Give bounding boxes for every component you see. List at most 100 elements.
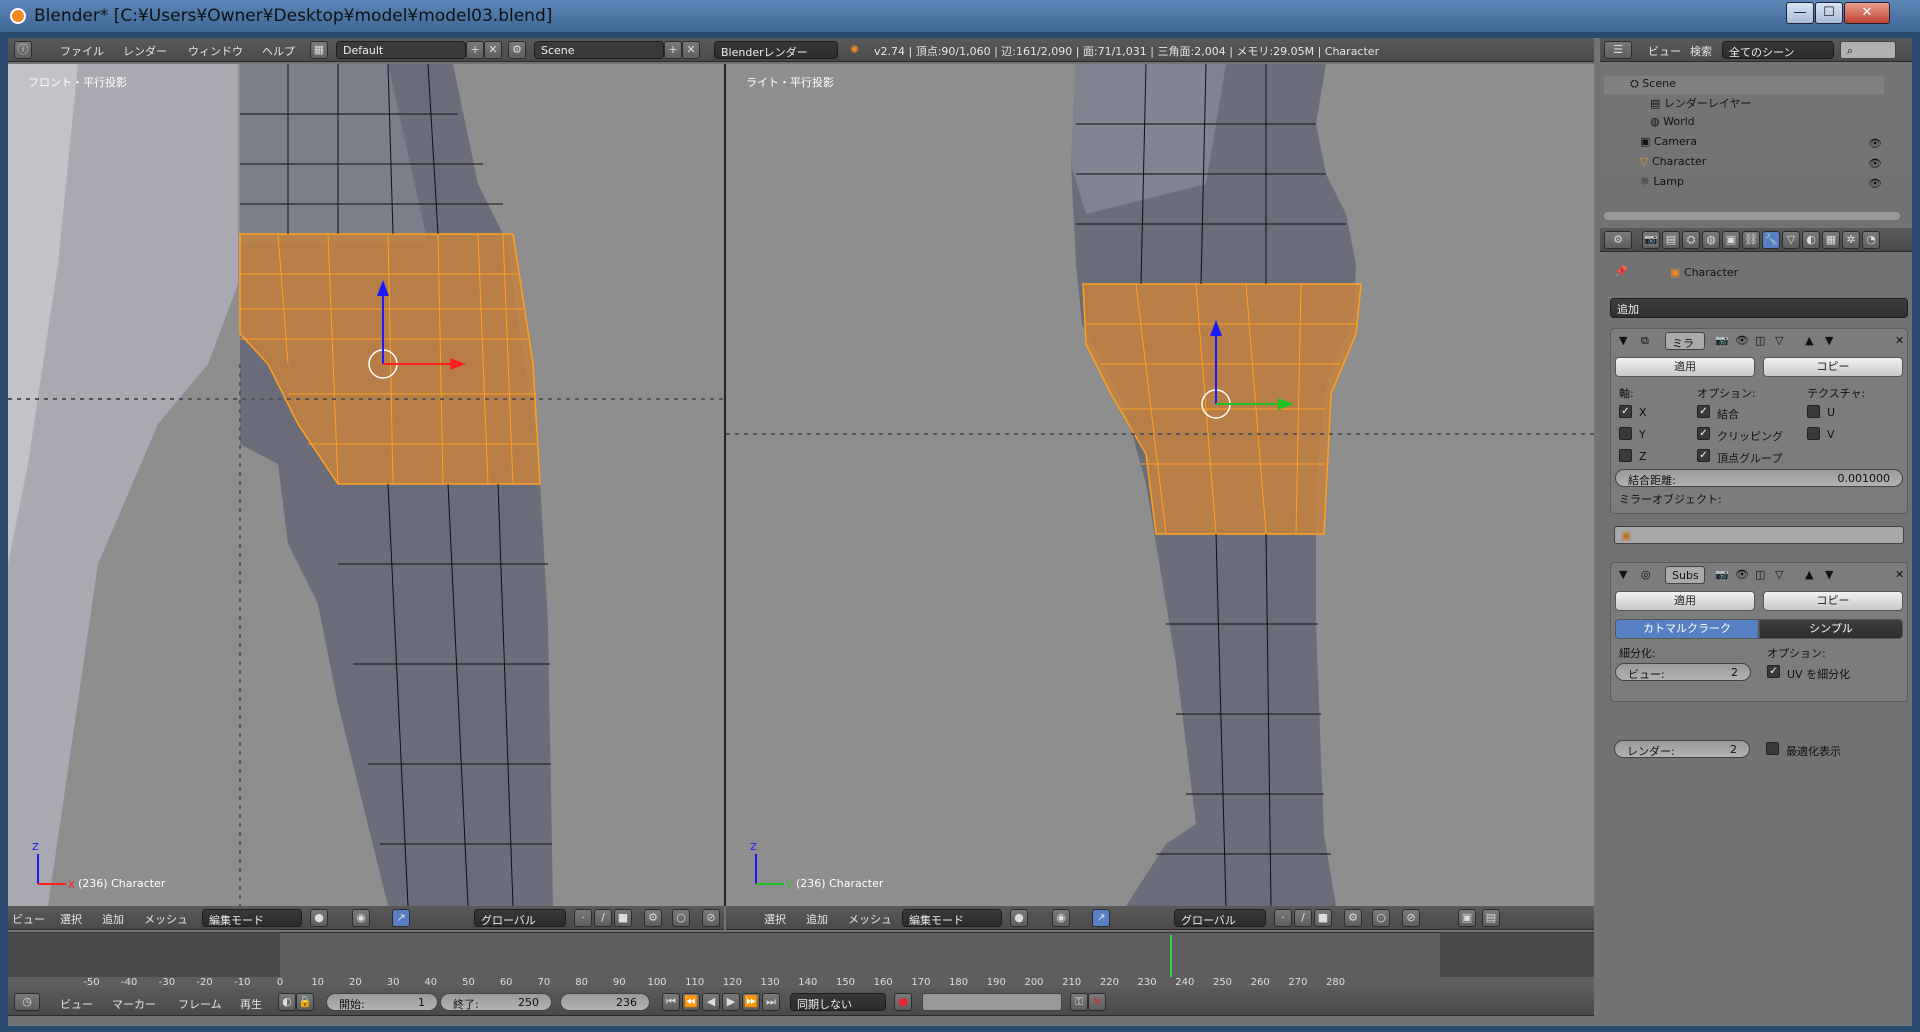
end-frame-field[interactable]: 終了: 250	[440, 993, 552, 1011]
jump-start-icon[interactable]: ⏮	[662, 993, 680, 1011]
layout-icon[interactable]: ▦	[310, 41, 328, 59]
keyframe-insert-icon[interactable]: ⚿	[1070, 993, 1088, 1011]
camera-icon[interactable]: ▤	[1482, 909, 1500, 927]
menu-playback[interactable]: 再生	[240, 996, 262, 1012]
menu-add[interactable]: 追加	[102, 911, 124, 927]
move-down-icon[interactable]: ▼	[1825, 334, 1833, 347]
optimal-display-checkbox[interactable]	[1766, 742, 1779, 755]
vertex-select-icon[interactable]: ·	[574, 909, 592, 927]
face-select-icon[interactable]: ■	[614, 909, 632, 927]
menu-file[interactable]: ファイル	[60, 43, 104, 59]
occlude-icon[interactable]: ⚙	[1344, 909, 1362, 927]
merge-distance-field[interactable]: 結合距離: 0.001000	[1615, 469, 1903, 487]
start-frame-field[interactable]: 開始: 1	[326, 993, 438, 1011]
keying-set-field[interactable]	[922, 993, 1062, 1011]
menu-view[interactable]: ビュー	[12, 911, 45, 927]
copy-button[interactable]: コピー	[1763, 357, 1903, 377]
properties-editor-icon[interactable]: ⚙	[1604, 231, 1632, 249]
jump-key-forward-icon[interactable]: ⏩	[742, 993, 760, 1011]
visibility-eye-icon[interactable]: 👁	[1868, 137, 1882, 150]
shading-icon[interactable]: ●	[1010, 909, 1028, 927]
catmull-clark-tab[interactable]: カトマルクラーク	[1615, 619, 1759, 639]
proportional-icon[interactable]: ○	[1372, 909, 1390, 927]
clipping-checkbox[interactable]: ✓	[1697, 427, 1710, 440]
vertex-select-icon[interactable]: ·	[1274, 909, 1292, 927]
lock-icon[interactable]: 🔒	[296, 993, 314, 1011]
viewport-front[interactable]: フロント・平行投影 Z X (236) Character	[8, 64, 724, 906]
orientation-select[interactable]: グローバル	[1174, 909, 1266, 927]
outliner-item-character[interactable]: ▽ Character	[1640, 155, 1706, 168]
visibility-eye-icon[interactable]: 👁	[1868, 157, 1882, 170]
remove-modifier-icon[interactable]: ✕	[1895, 568, 1904, 581]
timeline[interactable]: -50 -40 -30 -20 -10 0 10 20 30 40 50 60 70 80 90 100 110…	[8, 932, 1594, 988]
menu-select[interactable]: 選択	[764, 911, 786, 927]
menu-mesh[interactable]: メッシュ	[848, 911, 892, 927]
outliner-scrollbar[interactable]	[1604, 212, 1900, 220]
merge-checkbox[interactable]: ✓	[1697, 405, 1710, 418]
preview-range-icon[interactable]: ◐	[278, 993, 296, 1011]
orientation-select[interactable]: グローバル	[474, 909, 566, 927]
pivot-icon[interactable]: ◉	[352, 909, 370, 927]
object-tab-icon[interactable]: ▣	[1722, 231, 1740, 249]
scene-tab-icon[interactable]: ⛭	[1682, 231, 1700, 249]
current-frame-marker[interactable]	[1169, 935, 1172, 977]
render-toggle-icon[interactable]: 📷	[1715, 334, 1729, 347]
pin-icon[interactable]: 📌	[1614, 265, 1628, 278]
shading-icon[interactable]: ●	[310, 909, 328, 927]
outliner-item-lamp[interactable]: ☼ Lamp	[1640, 175, 1684, 188]
outliner-item-camera[interactable]: ▣ Camera	[1640, 135, 1697, 148]
menu-frame[interactable]: フレーム	[178, 996, 222, 1012]
collapse-icon[interactable]: ▼	[1619, 568, 1627, 581]
menu-search[interactable]: 検索	[1690, 43, 1712, 59]
axis-x-checkbox[interactable]: ✓	[1619, 405, 1632, 418]
timeline-editor-icon[interactable]: ◷	[14, 993, 40, 1011]
axis-z-checkbox[interactable]	[1619, 449, 1632, 462]
collapse-icon[interactable]: ▼	[1619, 334, 1627, 347]
pivot-icon[interactable]: ◉	[1052, 909, 1070, 927]
view-toggle-icon[interactable]: 👁	[1735, 334, 1749, 347]
layout-add-icon[interactable]: +	[466, 41, 484, 59]
play-reverse-icon[interactable]: ◀	[702, 993, 720, 1011]
texture-tab-icon[interactable]: ▦	[1822, 231, 1840, 249]
add-modifier-select[interactable]: 追加	[1610, 298, 1908, 318]
vertex-groups-checkbox[interactable]: ✓	[1697, 449, 1710, 462]
render-tab-icon[interactable]: 📷	[1642, 231, 1660, 249]
modifier-tab-icon[interactable]: 🔧	[1762, 231, 1780, 249]
viewport-divider[interactable]	[724, 64, 726, 906]
outliner-filter-select[interactable]: 全てのシーン	[1722, 41, 1834, 59]
menu-select[interactable]: 選択	[60, 911, 82, 927]
move-down-icon[interactable]: ▼	[1825, 568, 1833, 581]
scene-remove-icon[interactable]: ✕	[682, 41, 700, 59]
editmode-toggle-icon[interactable]: ◫	[1755, 334, 1765, 347]
scene-icon[interactable]: ⚙	[508, 41, 526, 59]
texture-u-checkbox[interactable]	[1807, 405, 1820, 418]
record-icon[interactable]: ●	[894, 993, 912, 1011]
menu-render[interactable]: レンダー	[123, 43, 167, 59]
edge-select-icon[interactable]: /	[1294, 909, 1312, 927]
material-tab-icon[interactable]: ◐	[1802, 231, 1820, 249]
renderlayer-tab-icon[interactable]: ▤	[1662, 231, 1680, 249]
outliner-tree[interactable]: ⛭ Scene ▤ レンダーレイヤー ◍ World ▣ Camera ▽ Ch…	[1600, 62, 1912, 190]
move-up-icon[interactable]: ▲	[1805, 568, 1813, 581]
menu-view[interactable]: ビュー	[1648, 43, 1681, 59]
copy-button[interactable]: コピー	[1763, 591, 1903, 611]
layout-select[interactable]: Default	[336, 41, 466, 59]
texture-v-checkbox[interactable]	[1807, 427, 1820, 440]
close-window-button[interactable]: ✕	[1844, 2, 1890, 24]
jump-key-back-icon[interactable]: ⏪	[682, 993, 700, 1011]
constraint-tab-icon[interactable]: ⛓	[1742, 231, 1760, 249]
sync-select[interactable]: 同期しない	[790, 993, 886, 1011]
view-levels-field[interactable]: ビュー: 2	[1615, 663, 1751, 681]
snap-icon[interactable]: ⊘	[702, 909, 720, 927]
visibility-eye-icon[interactable]: 👁	[1868, 177, 1882, 190]
cage-toggle-icon[interactable]: ▽	[1775, 568, 1783, 581]
layout-remove-icon[interactable]: ✕	[484, 41, 502, 59]
world-tab-icon[interactable]: ◍	[1702, 231, 1720, 249]
particles-tab-icon[interactable]: ✲	[1842, 231, 1860, 249]
scene-select[interactable]: Scene	[534, 41, 664, 59]
mirror-name-field[interactable]: ミラ	[1665, 332, 1705, 350]
render-toggle-icon[interactable]: 📷	[1715, 568, 1729, 581]
view-toggle-icon[interactable]: 👁	[1735, 568, 1749, 581]
render-levels-field[interactable]: レンダー: 2	[1614, 740, 1750, 758]
menu-add[interactable]: 追加	[806, 911, 828, 927]
